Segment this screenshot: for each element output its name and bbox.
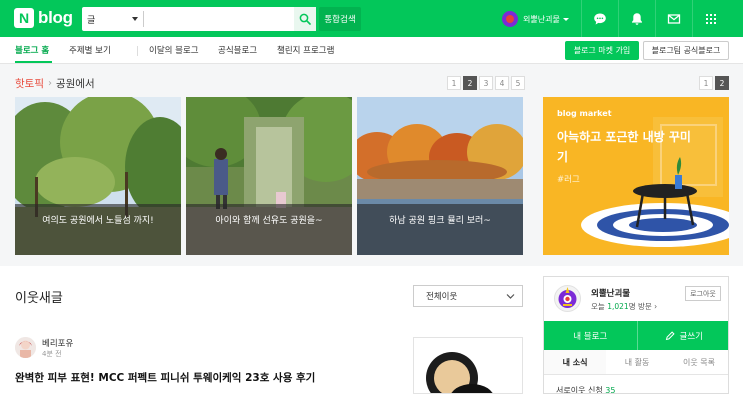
search-scope-select[interactable]: 글	[82, 7, 142, 31]
neighbor-request-stat[interactable]: 서로이웃 신청 35	[556, 385, 616, 394]
bell-icon	[632, 12, 642, 25]
stat-label: 서로이웃 신청	[556, 386, 603, 394]
ad-hashtag: #러그	[557, 175, 580, 185]
my-profile-panel: 외뿔난괴물 오늘 1,021명 방문 › 로그아웃 내 블로그 글쓰기 내 소식…	[543, 276, 729, 394]
tab-my-activity[interactable]: 내 활동	[606, 350, 668, 374]
search-box: 글	[82, 7, 316, 31]
nav-official-blogs[interactable]: 공식블로그	[218, 44, 257, 56]
chevron-right-icon: ›	[47, 78, 52, 89]
page-button[interactable]: 5	[511, 76, 525, 90]
author-avatar-image	[15, 337, 36, 358]
pencil-icon	[665, 330, 675, 340]
visit-count: 1,021	[607, 302, 629, 311]
mail-icon	[667, 13, 681, 24]
chevron-right-icon: ›	[654, 302, 658, 311]
tab-neighbor-list[interactable]: 이웃 목록	[668, 350, 728, 374]
post-thumbnail[interactable]	[413, 337, 523, 394]
my-blog-button[interactable]: 내 블로그	[544, 321, 637, 350]
chat-button[interactable]	[581, 0, 618, 37]
post-author[interactable]: 베리포유	[42, 337, 73, 349]
today-visitors: 오늘 1,021명 방문 ›	[591, 301, 657, 312]
filter-value: 전체이웃	[426, 292, 458, 302]
ad-pager: 1 2	[697, 76, 729, 90]
search-button[interactable]	[294, 7, 316, 31]
hot-topic-section: 핫토픽 › 공원에서 1 2 3 4 5 1 2 여의도 공원에서 노들섬 까지…	[0, 64, 743, 266]
chevron-down-icon	[506, 294, 515, 299]
active-tab-indicator	[15, 61, 52, 63]
profile-name[interactable]: 외뿔난괴물	[591, 287, 630, 299]
user-menu[interactable]: 외뿔난괴물	[502, 9, 569, 29]
tab-my-news[interactable]: 내 소식	[544, 350, 606, 374]
avatar[interactable]	[15, 337, 36, 358]
search-divider	[143, 11, 144, 27]
nav-topic-browse[interactable]: 주제별 보기	[69, 44, 111, 56]
blog-market-ad[interactable]: blog market 아늑하고 포근한 내방 꾸미기 #러그	[543, 97, 729, 255]
page-button[interactable]: 3	[479, 76, 493, 90]
search-input[interactable]	[146, 9, 288, 29]
post-title[interactable]: 완벽한 피부 표현! MCC 퍼펙트 피니쉬 투웨이케익 23호 사용 후기	[15, 370, 315, 385]
notification-button[interactable]	[618, 0, 655, 37]
sub-navigation: 블로그 홈 주제별 보기 이달의 블로그 공식블로그 챌린지 프로그램 블로그 …	[0, 37, 743, 64]
user-name: 외뿔난괴물	[523, 14, 560, 24]
nav-blog-of-month[interactable]: 이달의 블로그	[149, 44, 199, 56]
page-button-active[interactable]: 2	[463, 76, 477, 90]
neighbor-filter-select[interactable]: 전체이웃	[413, 285, 523, 307]
page-button[interactable]: 1	[447, 76, 461, 90]
avatar	[502, 11, 518, 27]
card-caption: 아이와 함께 선유도 공원을~	[186, 204, 352, 255]
card-caption: 여의도 공원에서 노들섬 까지!	[15, 204, 181, 255]
profile-tabs: 내 소식 내 활동 이웃 목록	[544, 350, 728, 375]
ad-headline: 아늑하고 포근한 내방 꾸미기	[557, 130, 691, 164]
caret-down-icon	[562, 17, 569, 21]
hot-topic-label[interactable]: 핫토픽	[15, 76, 44, 91]
hot-topic-subtitle: 공원에서	[55, 78, 95, 90]
visit-prefix: 오늘	[591, 302, 605, 311]
avatar[interactable]	[554, 285, 581, 312]
integrated-search-button[interactable]: 통합검색	[319, 7, 361, 31]
write-button[interactable]: 글쓰기	[636, 321, 729, 350]
blog-logo-text: blog	[38, 8, 73, 27]
visit-suffix: 명 방문	[628, 302, 652, 311]
apps-menu-button[interactable]	[692, 0, 729, 37]
hot-topic-heading: 핫토픽 › 공원에서	[15, 76, 95, 91]
mail-button[interactable]	[655, 0, 692, 37]
feed-title: 이웃새글	[15, 291, 63, 306]
top-bar: N blog 글 통합검색 외뿔난괴물	[0, 0, 743, 37]
ad-brand: blog market	[557, 109, 612, 118]
compact-powder-image	[414, 338, 522, 393]
nav-divider	[137, 46, 138, 56]
nav-blog-home[interactable]: 블로그 홈	[15, 44, 49, 56]
chat-icon	[594, 13, 606, 24]
page-button-active[interactable]: 2	[715, 76, 729, 90]
page-button[interactable]: 1	[699, 76, 713, 90]
monster-avatar-image	[558, 287, 577, 308]
hot-topic-pager: 1 2 3 4 5	[445, 76, 525, 90]
card-caption: 하남 공원 핑크 뮬리 보러~	[357, 204, 523, 255]
write-label: 글쓰기	[679, 331, 703, 342]
search-scope-value: 글	[87, 15, 96, 26]
post-time: 4분 전	[42, 350, 62, 358]
hot-topic-card[interactable]: 아이와 함께 선유도 공원을~	[186, 97, 352, 255]
stat-value: 35	[605, 386, 616, 394]
logout-button[interactable]: 로그아웃	[685, 286, 721, 301]
search-icon	[299, 13, 311, 25]
blog-team-official-button[interactable]: 블로그팀 공식블로그	[643, 41, 729, 60]
hot-topic-card[interactable]: 하남 공원 핑크 뮬리 보러~	[357, 97, 523, 255]
grid-menu-icon	[706, 13, 716, 24]
my-blog-label: 내 블로그	[573, 331, 608, 342]
caret-down-icon	[132, 17, 138, 21]
blog-market-signup-button[interactable]: 블로그 마켓 가입	[565, 41, 639, 60]
profile-actions: 내 블로그 글쓰기	[544, 321, 729, 350]
hot-topic-card[interactable]: 여의도 공원에서 노들섬 까지!	[15, 97, 181, 255]
page-button[interactable]: 4	[495, 76, 509, 90]
naver-logo-letter: N	[14, 8, 34, 28]
nav-challenge-program[interactable]: 챌린지 프로그램	[277, 44, 334, 56]
naver-blog-logo[interactable]: N blog	[14, 8, 73, 28]
